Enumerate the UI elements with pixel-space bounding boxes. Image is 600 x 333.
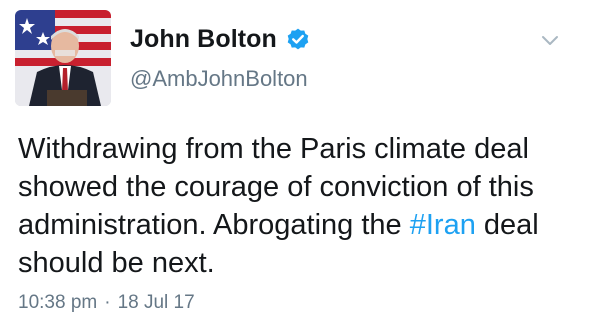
tweet-text: Withdrawing from the Paris climate deal … <box>18 130 578 282</box>
hashtag-link[interactable]: #Iran <box>410 209 476 241</box>
verified-badge-icon <box>285 27 311 53</box>
author-name-row: John Bolton <box>130 25 311 54</box>
tweet-card: John Bolton @AmbJohnBolton Withdrawing f… <box>0 0 600 333</box>
user-handle[interactable]: @AmbJohnBolton <box>130 66 308 92</box>
tweet-date: 18 Jul 17 <box>117 292 195 313</box>
tweet-timestamp[interactable]: 10:38 pm · 18 Jul 17 <box>18 292 195 314</box>
display-name[interactable]: John Bolton <box>130 25 277 54</box>
tweet-time: 10:38 pm <box>18 292 98 313</box>
chevron-down-icon[interactable] <box>538 28 562 52</box>
meta-separator: · <box>104 292 111 313</box>
avatar[interactable] <box>15 10 111 106</box>
